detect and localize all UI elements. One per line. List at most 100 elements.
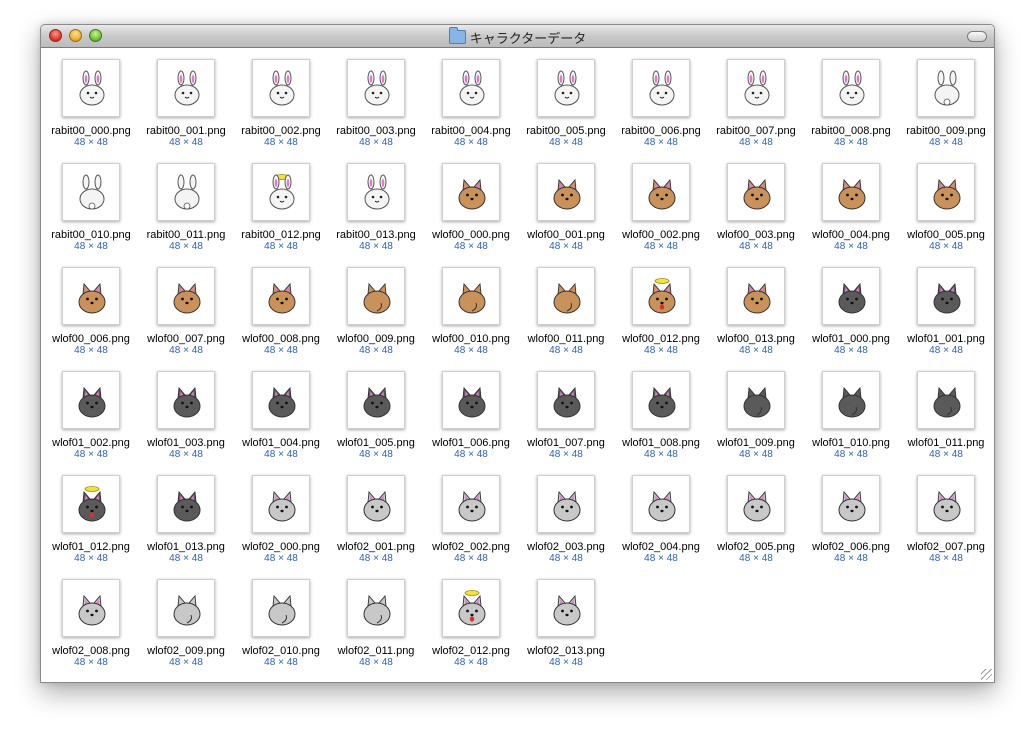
file-name-label[interactable]: wlof01_010.png [800,437,902,449]
file-item[interactable]: rabit00_011.png 48 × 48 [141,155,231,259]
file-item[interactable]: wlof01_006.png 48 × 48 [426,363,516,467]
image-thumbnail-icon[interactable] [157,267,215,325]
image-thumbnail-icon[interactable] [822,267,880,325]
file-name-label[interactable]: wlof01_006.png [420,437,522,449]
file-item[interactable]: wlof01_004.png 48 × 48 [236,363,326,467]
file-item[interactable]: wlof02_000.png 48 × 48 [236,467,326,571]
image-thumbnail-icon[interactable] [252,371,310,429]
file-item[interactable]: wlof00_008.png 48 × 48 [236,259,326,363]
file-name-label[interactable]: wlof00_004.png [800,229,902,241]
file-name-label[interactable]: rabit00_000.png [41,125,142,137]
image-thumbnail-icon[interactable] [157,475,215,533]
file-name-label[interactable]: wlof01_009.png [705,437,807,449]
image-thumbnail-icon[interactable] [537,579,595,637]
file-item[interactable]: wlof02_001.png 48 × 48 [331,467,421,571]
file-item[interactable]: wlof01_002.png 48 × 48 [46,363,136,467]
file-item[interactable]: wlof00_000.png 48 × 48 [426,155,516,259]
file-item[interactable]: wlof02_011.png 48 × 48 [331,571,421,675]
file-name-label[interactable]: wlof01_003.png [135,437,237,449]
image-thumbnail-icon[interactable] [62,267,120,325]
image-thumbnail-icon[interactable] [347,371,405,429]
file-item[interactable]: wlof01_010.png 48 × 48 [806,363,896,467]
file-name-label[interactable]: wlof02_001.png [325,541,427,553]
image-thumbnail-icon[interactable] [537,475,595,533]
file-item[interactable]: rabit00_006.png 48 × 48 [616,51,706,155]
image-thumbnail-icon[interactable] [442,371,500,429]
image-thumbnail-icon[interactable] [917,371,975,429]
file-name-label[interactable]: rabit00_004.png [420,125,522,137]
file-item[interactable]: rabit00_013.png 48 × 48 [331,155,421,259]
image-thumbnail-icon[interactable] [537,267,595,325]
file-item[interactable]: wlof01_005.png 48 × 48 [331,363,421,467]
file-item[interactable]: wlof00_007.png 48 × 48 [141,259,231,363]
file-name-label[interactable]: rabit00_001.png [135,125,237,137]
image-thumbnail-icon[interactable] [157,579,215,637]
file-name-label[interactable]: wlof02_003.png [515,541,617,553]
image-thumbnail-icon[interactable] [822,371,880,429]
file-item[interactable]: wlof02_002.png 48 × 48 [426,467,516,571]
file-item[interactable]: wlof01_001.png 48 × 48 [901,259,991,363]
image-thumbnail-icon[interactable] [917,475,975,533]
image-thumbnail-icon[interactable] [727,371,785,429]
file-name-label[interactable]: wlof02_007.png [895,541,994,553]
image-thumbnail-icon[interactable] [442,475,500,533]
file-name-label[interactable]: wlof02_002.png [420,541,522,553]
file-name-label[interactable]: rabit00_013.png [325,229,427,241]
image-thumbnail-icon[interactable] [157,371,215,429]
file-item[interactable]: rabit00_012.png 48 × 48 [236,155,326,259]
image-thumbnail-icon[interactable] [917,267,975,325]
file-name-label[interactable]: wlof02_008.png [41,645,142,657]
image-thumbnail-icon[interactable] [632,59,690,117]
file-item[interactable]: wlof02_003.png 48 × 48 [521,467,611,571]
file-name-label[interactable]: wlof01_002.png [41,437,142,449]
file-item[interactable]: rabit00_009.png 48 × 48 [901,51,991,155]
image-thumbnail-icon[interactable] [347,59,405,117]
file-item[interactable]: wlof00_005.png 48 × 48 [901,155,991,259]
file-name-label[interactable]: wlof00_012.png [610,333,712,345]
file-item[interactable]: rabit00_010.png 48 × 48 [46,155,136,259]
image-thumbnail-icon[interactable] [442,163,500,221]
file-name-label[interactable]: wlof02_005.png [705,541,807,553]
file-name-label[interactable]: rabit00_003.png [325,125,427,137]
file-item[interactable]: rabit00_002.png 48 × 48 [236,51,326,155]
file-name-label[interactable]: rabit00_007.png [705,125,807,137]
file-name-label[interactable]: wlof01_013.png [135,541,237,553]
file-item[interactable]: wlof02_007.png 48 × 48 [901,467,991,571]
image-thumbnail-icon[interactable] [822,59,880,117]
image-thumbnail-icon[interactable] [727,163,785,221]
file-item[interactable]: wlof02_006.png 48 × 48 [806,467,896,571]
file-name-label[interactable]: rabit00_012.png [230,229,332,241]
file-name-label[interactable]: rabit00_011.png [135,229,237,241]
image-thumbnail-icon[interactable] [727,267,785,325]
image-thumbnail-icon[interactable] [727,59,785,117]
image-thumbnail-icon[interactable] [62,371,120,429]
file-item[interactable]: wlof00_003.png 48 × 48 [711,155,801,259]
image-thumbnail-icon[interactable] [62,475,120,533]
file-name-label[interactable]: wlof01_000.png [800,333,902,345]
file-name-label[interactable]: wlof01_007.png [515,437,617,449]
file-name-label[interactable]: wlof02_013.png [515,645,617,657]
image-thumbnail-icon[interactable] [442,59,500,117]
file-name-label[interactable]: wlof02_011.png [325,645,427,657]
file-name-label[interactable]: wlof00_013.png [705,333,807,345]
title-bar[interactable]: キャラクターデータ [41,25,994,48]
file-item[interactable]: wlof01_003.png 48 × 48 [141,363,231,467]
image-thumbnail-icon[interactable] [537,59,595,117]
file-item[interactable]: wlof02_010.png 48 × 48 [236,571,326,675]
file-name-label[interactable]: wlof02_010.png [230,645,332,657]
file-name-label[interactable]: rabit00_002.png [230,125,332,137]
file-item[interactable]: rabit00_004.png 48 × 48 [426,51,516,155]
image-thumbnail-icon[interactable] [917,59,975,117]
file-item[interactable]: wlof00_012.png 48 × 48 [616,259,706,363]
image-thumbnail-icon[interactable] [537,371,595,429]
file-item[interactable]: wlof01_013.png 48 × 48 [141,467,231,571]
file-name-label[interactable]: wlof00_011.png [515,333,617,345]
file-name-label[interactable]: wlof00_005.png [895,229,994,241]
file-item[interactable]: wlof00_006.png 48 × 48 [46,259,136,363]
image-thumbnail-icon[interactable] [252,475,310,533]
file-name-label[interactable]: wlof00_002.png [610,229,712,241]
file-name-label[interactable]: wlof02_004.png [610,541,712,553]
file-item[interactable]: wlof01_012.png 48 × 48 [46,467,136,571]
file-item[interactable]: wlof01_009.png 48 × 48 [711,363,801,467]
file-item[interactable]: wlof01_007.png 48 × 48 [521,363,611,467]
